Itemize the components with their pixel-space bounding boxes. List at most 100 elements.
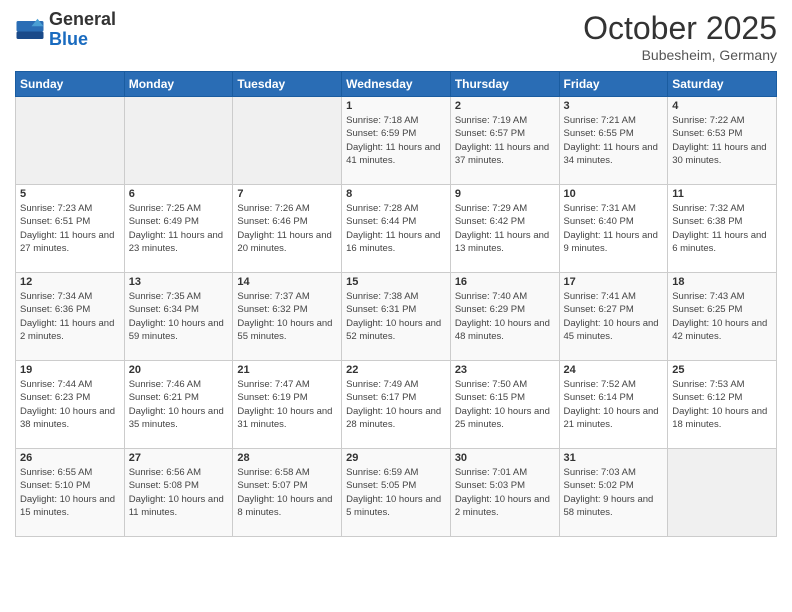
day-number: 27 [129,452,229,464]
day-info: Sunrise: 7:25 AM Sunset: 6:49 PM Dayligh… [129,202,229,255]
day-number: 22 [346,364,446,376]
day-info: Sunrise: 7:19 AM Sunset: 6:57 PM Dayligh… [455,114,555,167]
col-saturday: Saturday [668,72,777,97]
calendar: Sunday Monday Tuesday Wednesday Thursday… [15,71,777,537]
calendar-cell: 20 Sunrise: 7:46 AM Sunset: 6:21 PM Dayli… [124,361,233,449]
day-number: 25 [672,364,772,376]
day-info: Sunrise: 7:31 AM Sunset: 6:40 PM Dayligh… [564,202,664,255]
col-monday: Monday [124,72,233,97]
logo-icon [15,15,45,45]
day-number: 26 [20,452,120,464]
day-number: 6 [129,188,229,200]
calendar-cell: 9 Sunrise: 7:29 AM Sunset: 6:42 PM Daylig… [450,185,559,273]
calendar-cell: 1 Sunrise: 7:18 AM Sunset: 6:59 PM Daylig… [342,97,451,185]
calendar-cell: 10 Sunrise: 7:31 AM Sunset: 6:40 PM Dayli… [559,185,668,273]
day-number: 9 [455,188,555,200]
calendar-cell: 22 Sunrise: 7:49 AM Sunset: 6:17 PM Dayli… [342,361,451,449]
calendar-cell: 12 Sunrise: 7:34 AM Sunset: 6:36 PM Dayli… [16,273,125,361]
day-number: 10 [564,188,664,200]
calendar-cell: 4 Sunrise: 7:22 AM Sunset: 6:53 PM Daylig… [668,97,777,185]
day-number: 12 [20,276,120,288]
day-info: Sunrise: 7:26 AM Sunset: 6:46 PM Dayligh… [237,202,337,255]
calendar-header-row: Sunday Monday Tuesday Wednesday Thursday… [16,72,777,97]
calendar-cell: 2 Sunrise: 7:19 AM Sunset: 6:57 PM Daylig… [450,97,559,185]
col-sunday: Sunday [16,72,125,97]
day-info: Sunrise: 7:29 AM Sunset: 6:42 PM Dayligh… [455,202,555,255]
day-number: 24 [564,364,664,376]
day-info: Sunrise: 7:21 AM Sunset: 6:55 PM Dayligh… [564,114,664,167]
day-number: 23 [455,364,555,376]
day-number: 19 [20,364,120,376]
month-title: October 2025 [583,10,777,47]
col-wednesday: Wednesday [342,72,451,97]
col-tuesday: Tuesday [233,72,342,97]
day-info: Sunrise: 7:23 AM Sunset: 6:51 PM Dayligh… [20,202,120,255]
col-friday: Friday [559,72,668,97]
day-number: 11 [672,188,772,200]
day-info: Sunrise: 7:50 AM Sunset: 6:15 PM Dayligh… [455,378,555,431]
day-info: Sunrise: 7:22 AM Sunset: 6:53 PM Dayligh… [672,114,772,167]
day-info: Sunrise: 7:46 AM Sunset: 6:21 PM Dayligh… [129,378,229,431]
day-info: Sunrise: 7:18 AM Sunset: 6:59 PM Dayligh… [346,114,446,167]
calendar-row-1: 5 Sunrise: 7:23 AM Sunset: 6:51 PM Daylig… [16,185,777,273]
day-info: Sunrise: 7:49 AM Sunset: 6:17 PM Dayligh… [346,378,446,431]
day-info: Sunrise: 7:32 AM Sunset: 6:38 PM Dayligh… [672,202,772,255]
day-info: Sunrise: 7:40 AM Sunset: 6:29 PM Dayligh… [455,290,555,343]
day-number: 20 [129,364,229,376]
day-info: Sunrise: 6:59 AM Sunset: 5:05 PM Dayligh… [346,466,446,519]
day-number: 8 [346,188,446,200]
day-number: 28 [237,452,337,464]
title-block: October 2025 Bubesheim, Germany [583,10,777,63]
day-info: Sunrise: 7:35 AM Sunset: 6:34 PM Dayligh… [129,290,229,343]
calendar-cell: 8 Sunrise: 7:28 AM Sunset: 6:44 PM Daylig… [342,185,451,273]
day-info: Sunrise: 7:44 AM Sunset: 6:23 PM Dayligh… [20,378,120,431]
day-info: Sunrise: 6:58 AM Sunset: 5:07 PM Dayligh… [237,466,337,519]
day-info: Sunrise: 7:53 AM Sunset: 6:12 PM Dayligh… [672,378,772,431]
day-info: Sunrise: 7:34 AM Sunset: 6:36 PM Dayligh… [20,290,120,343]
calendar-cell [668,449,777,537]
day-number: 29 [346,452,446,464]
calendar-cell: 5 Sunrise: 7:23 AM Sunset: 6:51 PM Daylig… [16,185,125,273]
location: Bubesheim, Germany [583,47,777,63]
day-number: 21 [237,364,337,376]
day-info: Sunrise: 6:55 AM Sunset: 5:10 PM Dayligh… [20,466,120,519]
calendar-cell: 11 Sunrise: 7:32 AM Sunset: 6:38 PM Dayli… [668,185,777,273]
calendar-cell: 27 Sunrise: 6:56 AM Sunset: 5:08 PM Dayli… [124,449,233,537]
day-info: Sunrise: 7:28 AM Sunset: 6:44 PM Dayligh… [346,202,446,255]
calendar-cell: 24 Sunrise: 7:52 AM Sunset: 6:14 PM Dayli… [559,361,668,449]
calendar-cell [16,97,125,185]
calendar-cell: 15Sunrise: 7:38 AM Sunset: 6:31 PM Dayli… [342,273,451,361]
day-number: 4 [672,100,772,112]
calendar-row-4: 26 Sunrise: 6:55 AM Sunset: 5:10 PM Dayli… [16,449,777,537]
day-number: 3 [564,100,664,112]
calendar-cell: 31 Sunrise: 7:03 AM Sunset: 5:02 PM Dayli… [559,449,668,537]
calendar-row-3: 19 Sunrise: 7:44 AM Sunset: 6:23 PM Dayli… [16,361,777,449]
calendar-cell: 21 Sunrise: 7:47 AM Sunset: 6:19 PM Dayli… [233,361,342,449]
calendar-cell [124,97,233,185]
calendar-cell: 30Sunrise: 7:01 AM Sunset: 5:03 PM Dayli… [450,449,559,537]
day-number: 14 [237,276,337,288]
day-number: 2 [455,100,555,112]
calendar-cell: 23 Sunrise: 7:50 AM Sunset: 6:15 PM Dayli… [450,361,559,449]
day-number: 1 [346,100,446,112]
calendar-cell: 18Sunrise: 7:43 AM Sunset: 6:25 PM Dayli… [668,273,777,361]
day-info: Sunrise: 6:56 AM Sunset: 5:08 PM Dayligh… [129,466,229,519]
calendar-cell: 16Sunrise: 7:40 AM Sunset: 6:29 PM Dayli… [450,273,559,361]
day-info: Sunrise: 7:47 AM Sunset: 6:19 PM Dayligh… [237,378,337,431]
page: General Blue October 2025 Bubesheim, Ger… [0,0,792,612]
day-number: 15 [346,276,446,288]
day-number: 13 [129,276,229,288]
day-info: Sunrise: 7:52 AM Sunset: 6:14 PM Dayligh… [564,378,664,431]
day-number: 7 [237,188,337,200]
day-number: 30 [455,452,555,464]
calendar-cell: 6 Sunrise: 7:25 AM Sunset: 6:49 PM Daylig… [124,185,233,273]
calendar-cell: 3 Sunrise: 7:21 AM Sunset: 6:55 PM Daylig… [559,97,668,185]
calendar-cell: 13 Sunrise: 7:35 AM Sunset: 6:34 PM Dayli… [124,273,233,361]
day-info: Sunrise: 7:03 AM Sunset: 5:02 PM Dayligh… [564,466,664,519]
day-number: 18 [672,276,772,288]
calendar-row-2: 12 Sunrise: 7:34 AM Sunset: 6:36 PM Dayli… [16,273,777,361]
col-thursday: Thursday [450,72,559,97]
calendar-cell: 17Sunrise: 7:41 AM Sunset: 6:27 PM Dayli… [559,273,668,361]
day-number: 31 [564,452,664,464]
day-number: 5 [20,188,120,200]
